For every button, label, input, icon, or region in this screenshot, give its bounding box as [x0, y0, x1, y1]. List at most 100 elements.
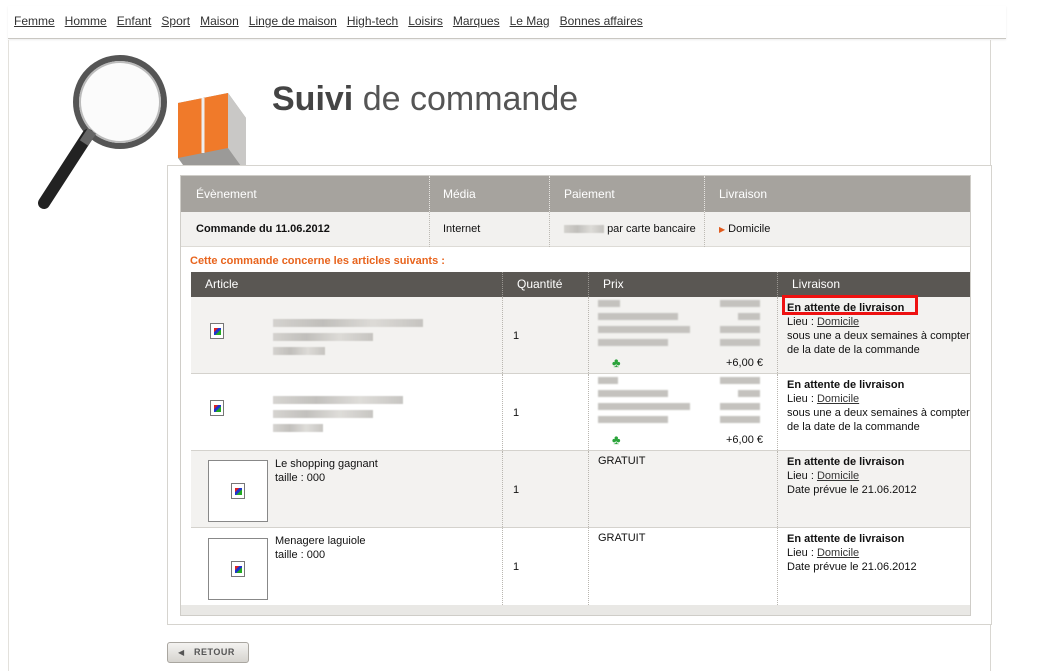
- event-label: Commande du 11.06.2012: [196, 223, 330, 235]
- delivery-note: sous une a deux semaines à compter de la…: [787, 407, 970, 433]
- product-thumbnail[interactable]: [208, 460, 268, 522]
- page-title-bold: Suivi: [272, 80, 354, 118]
- page-left-rule: [8, 40, 9, 671]
- page-title: Suivi de commande: [272, 80, 578, 119]
- divider: [502, 451, 503, 527]
- divider: [588, 374, 589, 450]
- extra-price: +6,00 €: [725, 434, 763, 446]
- event-row: Commande du 11.06.2012 Internet par cart…: [181, 212, 970, 247]
- delivery-place: Lieu : Domicile: [787, 469, 972, 483]
- nav-linge-de-maison[interactable]: Linge de maison: [249, 14, 337, 28]
- divider: [549, 176, 550, 212]
- product-thumbnail[interactable]: [208, 538, 268, 600]
- redacted-text: [273, 333, 373, 341]
- divider: [502, 374, 503, 450]
- col-paiement: Paiement: [564, 187, 615, 201]
- place-link[interactable]: Domicile: [817, 547, 859, 559]
- top-navigation: Femme Homme Enfant Sport Maison Linge de…: [8, 6, 1006, 39]
- nav-sport[interactable]: Sport: [161, 14, 190, 28]
- event-delivery-label[interactable]: Domicile: [728, 223, 770, 235]
- product-size: taille : 000: [275, 472, 326, 484]
- delivery-cell: En attente de livraison Lieu : Domicile …: [787, 455, 972, 497]
- redacted-text: [273, 424, 323, 432]
- redacted-text: [598, 377, 618, 384]
- extra-price: +6,00 €: [725, 357, 763, 369]
- table-row: Le shopping gagnant taille : 000 1 GRATU…: [191, 451, 970, 528]
- redacted-text: [598, 300, 620, 307]
- delivery-status: En attente de livraison: [787, 533, 905, 545]
- nav-homme[interactable]: Homme: [65, 14, 107, 28]
- table-row: Menagere laguiole taille : 000 1 GRATUIT…: [191, 528, 970, 605]
- nav-marques[interactable]: Marques: [453, 14, 500, 28]
- delivery-note: Date prévue le 21.06.2012: [787, 484, 917, 496]
- tree-icon: ♣: [612, 432, 621, 447]
- divider: [777, 451, 778, 527]
- nav-le-mag[interactable]: Le Mag: [510, 14, 550, 28]
- redacted-text: [273, 410, 373, 418]
- redacted-amount: [564, 225, 604, 234]
- table-footer: [181, 605, 970, 615]
- place-link[interactable]: Domicile: [817, 316, 859, 328]
- place-label: Lieu :: [787, 470, 817, 482]
- place-link[interactable]: Domicile: [817, 393, 859, 405]
- nav-maison[interactable]: Maison: [200, 14, 239, 28]
- col-quantite: Quantité: [517, 277, 563, 291]
- divider: [429, 176, 430, 212]
- redacted-text: [598, 390, 668, 397]
- delivery-place: Lieu : Domicile: [787, 315, 972, 329]
- divider: [588, 528, 589, 605]
- col-evenement: Évènement: [196, 187, 257, 201]
- tree-icon: ♣: [612, 355, 621, 370]
- delivery-place: Lieu : Domicile: [787, 392, 972, 406]
- col-livraison: Livraison: [719, 187, 768, 201]
- divider: [549, 212, 550, 247]
- table-row: 1 ♣ +6,00 € En attente de livraison Lieu…: [191, 374, 970, 451]
- divider: [502, 297, 503, 373]
- redacted-text: [273, 396, 403, 404]
- delivery-status: En attente de livraison: [787, 379, 905, 391]
- delivery-note: Date prévue le 21.06.2012: [787, 561, 917, 573]
- quantity: 1: [513, 407, 520, 419]
- divider: [588, 451, 589, 527]
- divider: [429, 212, 430, 247]
- price-cell: ♣ +6,00 €: [598, 374, 763, 450]
- place-label: Lieu :: [787, 316, 817, 328]
- col-livraison-article: Livraison: [792, 277, 841, 291]
- redacted-text: [720, 377, 760, 384]
- nav-high-tech[interactable]: High-tech: [347, 14, 398, 28]
- divider: [777, 272, 778, 297]
- broken-image-icon: [231, 483, 245, 499]
- broken-image-icon: [210, 400, 224, 416]
- back-button[interactable]: RETOUR: [167, 642, 249, 663]
- redacted-text: [720, 300, 760, 307]
- delivery-status: En attente de livraison: [787, 456, 905, 468]
- nav-enfant[interactable]: Enfant: [117, 14, 152, 28]
- place-label: Lieu :: [787, 547, 817, 559]
- place-label: Lieu :: [787, 393, 817, 405]
- divider: [502, 528, 503, 605]
- price-free: GRATUIT: [598, 532, 646, 544]
- broken-image-icon: [231, 561, 245, 577]
- redacted-text: [738, 390, 760, 397]
- redacted-text: [273, 347, 325, 355]
- divider: [777, 374, 778, 450]
- redacted-text: [720, 339, 760, 346]
- nav-femme[interactable]: Femme: [14, 14, 55, 28]
- redacted-text: [598, 326, 690, 333]
- col-media: Média: [443, 187, 476, 201]
- divider: [588, 297, 589, 373]
- price-cell: ♣ +6,00 €: [598, 297, 763, 373]
- redacted-text: [720, 326, 760, 333]
- nav-bonnes-affaires[interactable]: Bonnes affaires: [560, 14, 643, 28]
- redacted-text: [598, 339, 668, 346]
- product-name: Le shopping gagnant: [275, 458, 378, 470]
- col-article: Article: [205, 277, 239, 291]
- product-info: Menagere laguiole taille : 000: [275, 534, 366, 562]
- page-title-rest: de commande: [353, 80, 579, 118]
- quantity: 1: [513, 561, 520, 573]
- place-link[interactable]: Domicile: [817, 470, 859, 482]
- articles-notice: Cette commande concerne les articles sui…: [190, 255, 445, 267]
- event-payment: par carte bancaire: [564, 212, 696, 247]
- quantity: 1: [513, 484, 520, 496]
- nav-loisirs[interactable]: Loisirs: [408, 14, 443, 28]
